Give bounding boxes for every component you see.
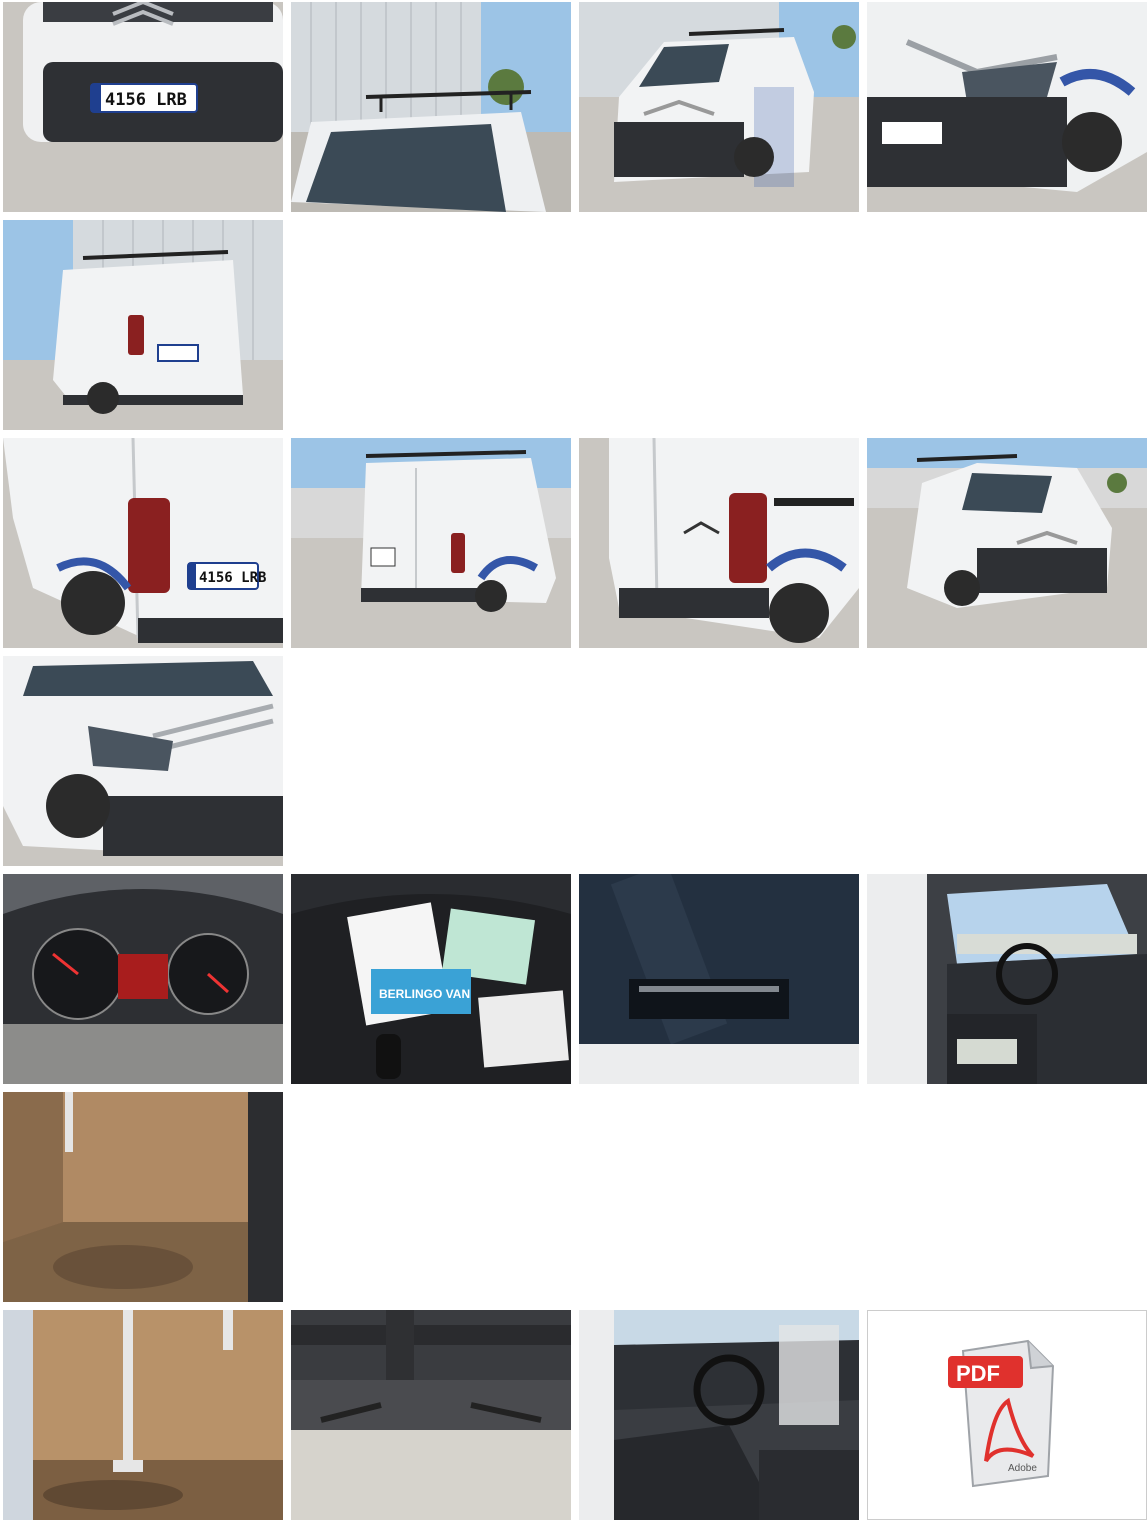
van-front-bumper-photo[interactable] [3,656,283,866]
gallery-row [3,656,1148,874]
van-rear-right-photo[interactable] [579,438,859,648]
gallery-row [3,1092,1148,1310]
cargo-partition-photo[interactable] [3,1310,283,1520]
cabin-interior-photo[interactable] [867,874,1147,1084]
driver-seat-interior-photo[interactable] [579,1310,859,1520]
gallery-row: 4156 LRB [3,438,1148,656]
gallery-row: 4156 LRB [3,2,1148,220]
van-rear-three-quarter-photo[interactable] [3,220,283,430]
van-front-plate-photo[interactable]: 4156 LRB [3,2,283,212]
gallery-row [3,220,1148,438]
dashboard-instruments-photo[interactable] [3,874,283,1084]
windshield-sticker-photo[interactable] [579,874,859,1084]
photo-gallery: 4156 LRB 4156 LRB BERLINGO VAN PDF Adobe [3,2,1148,1528]
plate-text: 4156 LRB [105,90,187,110]
adobe-brand-text: Adobe [1008,1463,1037,1474]
gallery-row: BERLINGO VAN [3,874,1148,1092]
underbody-photo[interactable] [291,1310,571,1520]
pdf-document-tile[interactable]: PDF Adobe [867,1310,1147,1520]
van-rear-doors-photo[interactable] [291,438,571,648]
plate-text: 4156 LRB [199,570,266,586]
gallery-row: PDF Adobe [3,1310,1148,1528]
documents-and-key-photo[interactable]: BERLINGO VAN [291,874,571,1084]
van-front-headlight-photo[interactable] [867,2,1147,212]
van-rear-left-photo[interactable]: 4156 LRB [3,438,283,648]
van-roof-rack-photo[interactable] [291,2,571,212]
pdf-badge-text: PDF [956,1361,1000,1386]
van-front-three-quarter-photo[interactable] [579,2,859,212]
van-front-left-photo[interactable] [867,438,1147,648]
doc-label: BERLINGO VAN [379,987,470,1001]
cargo-area-photo[interactable] [3,1092,283,1302]
